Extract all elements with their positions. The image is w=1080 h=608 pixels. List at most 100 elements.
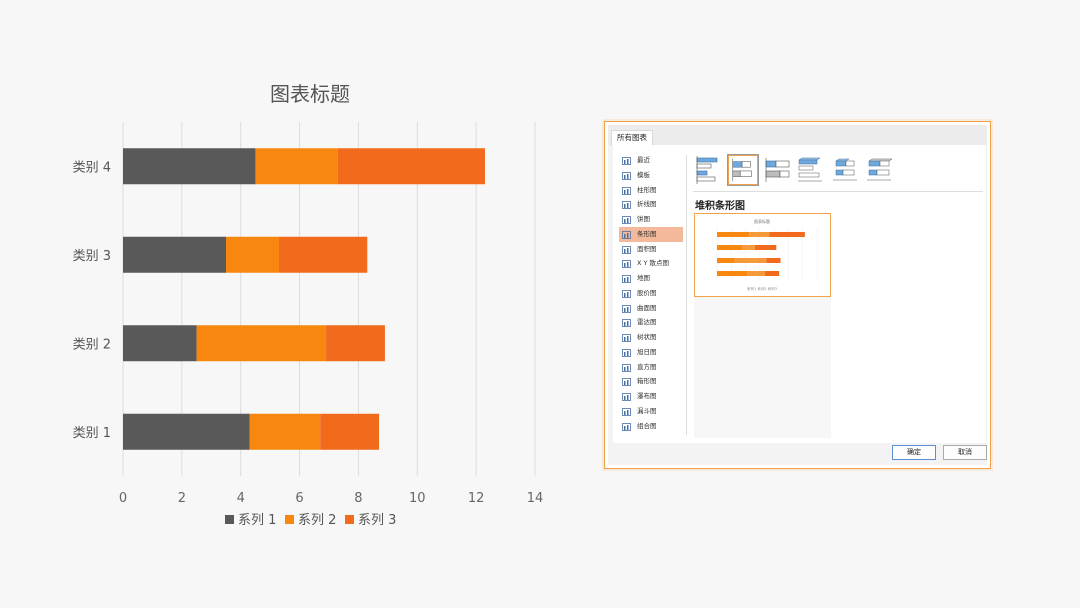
chart-category-label: 直方图 bbox=[637, 362, 657, 371]
chart-category-item[interactable]: 面积图 bbox=[619, 242, 683, 257]
x-tick-label: 10 bbox=[409, 491, 426, 506]
x-tick-label: 4 bbox=[237, 491, 245, 506]
chart-type-icon bbox=[622, 230, 631, 239]
chart-type-icon bbox=[622, 392, 631, 401]
chart-category-label: 漏斗图 bbox=[637, 406, 657, 415]
x-tick-label: 6 bbox=[295, 491, 303, 506]
chart-category-item[interactable]: X Y 散点图 bbox=[619, 256, 683, 271]
preview-bar-segment bbox=[717, 232, 750, 237]
chart-category-label: 面积图 bbox=[637, 244, 657, 253]
preview-bar-segment bbox=[717, 245, 742, 250]
bar-segment bbox=[123, 236, 226, 273]
chart-category-label: 瀑布图 bbox=[637, 392, 657, 400]
chart-type-icon bbox=[622, 318, 631, 328]
3d-stacked-bar-thumb[interactable] bbox=[831, 155, 861, 185]
preview-bar-segment bbox=[742, 245, 755, 250]
chart-category-item[interactable]: 折线图 bbox=[619, 197, 683, 212]
chart-type-icon bbox=[622, 407, 631, 416]
preview-bar-segment bbox=[754, 245, 777, 250]
chart-type-icon bbox=[622, 200, 631, 210]
bar-segment bbox=[196, 325, 327, 362]
chart-category-item[interactable]: 箱形图 bbox=[619, 374, 683, 389]
chart-category-item[interactable]: 曲面图 bbox=[619, 301, 683, 316]
tab-strip: 所有图表 bbox=[608, 125, 987, 146]
x-tick-label: 0 bbox=[119, 491, 127, 506]
chart-category-item[interactable]: 饼图 bbox=[619, 212, 683, 227]
bar-segment bbox=[123, 413, 250, 450]
ok-button[interactable]: 确定 bbox=[892, 445, 936, 460]
x-tick-label: 8 bbox=[354, 491, 362, 506]
stacked-bar-thumb[interactable] bbox=[727, 154, 759, 186]
chart-category-label: 条形图 bbox=[637, 229, 657, 238]
bar-segment bbox=[255, 148, 338, 185]
chart-category-label: 地图 bbox=[637, 274, 650, 282]
chart-type-icon bbox=[622, 259, 631, 269]
y-category-label: 类别 2 bbox=[73, 337, 111, 352]
chart-type-icon bbox=[622, 377, 631, 387]
preview-bar-segment bbox=[766, 258, 781, 263]
tab-all-charts[interactable]: 所有图表 bbox=[611, 130, 653, 146]
preview-bar-segment bbox=[717, 271, 748, 276]
chart-type-icon bbox=[622, 215, 631, 224]
x-tick-label: 14 bbox=[527, 491, 544, 506]
chart-category-item[interactable]: 旭日图 bbox=[619, 345, 683, 360]
dialog-body: 所有图表 最近模板柱形图折线图饼图条形图面积图 X Y 散点图 地图股价图曲面图 雷达… bbox=[608, 125, 987, 465]
chart-category-item[interactable]: 最近 bbox=[619, 153, 683, 168]
chart-type-icon bbox=[622, 171, 631, 180]
bar-segment bbox=[278, 236, 368, 273]
chart-category-item[interactable]: 漏斗图 bbox=[619, 404, 683, 419]
chart-category-label: 股价图 bbox=[637, 288, 657, 297]
chart-category-label: 柱形图 bbox=[637, 185, 657, 194]
y-category-label: 类别 4 bbox=[73, 160, 111, 175]
preview-chart: 图表标题系列1 系列2 系列3 bbox=[716, 218, 818, 291]
preview-bar-segment bbox=[749, 232, 770, 237]
chart-category-item[interactable]: 柱形图 bbox=[619, 183, 683, 198]
chart-category-item[interactable]: 直方图 bbox=[619, 360, 683, 375]
chart-category-item[interactable]: 瀑布图 bbox=[619, 389, 683, 404]
3d-100-stacked-bar-thumb[interactable] bbox=[865, 155, 895, 185]
chart-category-item[interactable]: 模板 bbox=[619, 168, 683, 183]
chart-category-label: 模板 bbox=[637, 170, 650, 179]
chart-category-label: 最近 bbox=[637, 156, 650, 164]
preview-title: 图表标题 bbox=[754, 218, 770, 224]
100-stacked-bar-thumb[interactable] bbox=[763, 155, 793, 185]
chart-category-item[interactable]: 股价图 bbox=[619, 286, 683, 301]
chart-category-item[interactable]: 条形图 bbox=[619, 226, 683, 242]
3d-clustered-bar-thumb[interactable] bbox=[796, 155, 826, 185]
chart-category-list: 最近模板柱形图折线图饼图条形图面积图 X Y 散点图 地图股价图曲面图 雷达图 树状图旭… bbox=[619, 153, 683, 433]
insert-chart-dialog: 所有图表 最近模板柱形图折线图饼图条形图面积图 X Y 散点图 地图股价图曲面图 雷达… bbox=[604, 121, 991, 469]
legend-label: 系列 3 bbox=[358, 513, 396, 528]
chart-category-label: X Y 散点图 bbox=[637, 259, 670, 268]
clustered-bar-thumb[interactable] bbox=[695, 155, 725, 185]
preview-bar-segment bbox=[734, 258, 767, 263]
legend-swatch bbox=[345, 515, 354, 524]
preview-bar-segment bbox=[717, 258, 735, 263]
divider bbox=[693, 191, 983, 192]
preview-bar-segment bbox=[747, 271, 765, 276]
chart-category-item[interactable]: 雷达图 bbox=[619, 315, 683, 330]
y-category-label: 类别 3 bbox=[73, 249, 111, 264]
dialog-panel: 最近模板柱形图折线图饼图条形图面积图 X Y 散点图 地图股价图曲面图 雷达图 树状图旭… bbox=[613, 145, 986, 443]
x-tick-label: 12 bbox=[468, 491, 485, 506]
chart-category-label: 箱形图 bbox=[637, 377, 657, 386]
chart-category-label: 饼图 bbox=[637, 215, 650, 223]
chart-type-icon bbox=[622, 274, 631, 283]
chart-preview[interactable]: 图表标题系列1 系列2 系列3 bbox=[694, 213, 831, 297]
chart-subtype-thumbnails bbox=[695, 154, 985, 186]
cancel-button[interactable]: 取消 bbox=[943, 445, 987, 460]
preview-legend: 系列1 系列2 系列3 bbox=[747, 286, 777, 291]
legend-label: 系列 1 bbox=[238, 513, 276, 528]
chart-category-label: 旭日图 bbox=[637, 347, 657, 356]
chart-type-icon bbox=[622, 245, 631, 254]
chart-category-item[interactable]: 地图 bbox=[619, 271, 683, 286]
chart-type-icon bbox=[622, 333, 631, 342]
chart-svg: 0 2 4 6 8 10 12 14 类别 1 类别 2 类别 3 类别 4 系列 1 系列 2 系列 3 bbox=[73, 122, 544, 528]
chart-category-item[interactable]: 树状图 bbox=[619, 330, 683, 345]
legend-label: 系列 2 bbox=[298, 513, 336, 528]
chart-type-icon bbox=[622, 156, 631, 165]
y-category-label: 类别 1 bbox=[73, 426, 111, 441]
chart-category-label: 折线图 bbox=[637, 200, 657, 209]
chart-category-item[interactable]: 组合图 bbox=[619, 419, 683, 434]
chart-type-icon bbox=[622, 348, 631, 357]
legend-swatch bbox=[285, 515, 294, 524]
